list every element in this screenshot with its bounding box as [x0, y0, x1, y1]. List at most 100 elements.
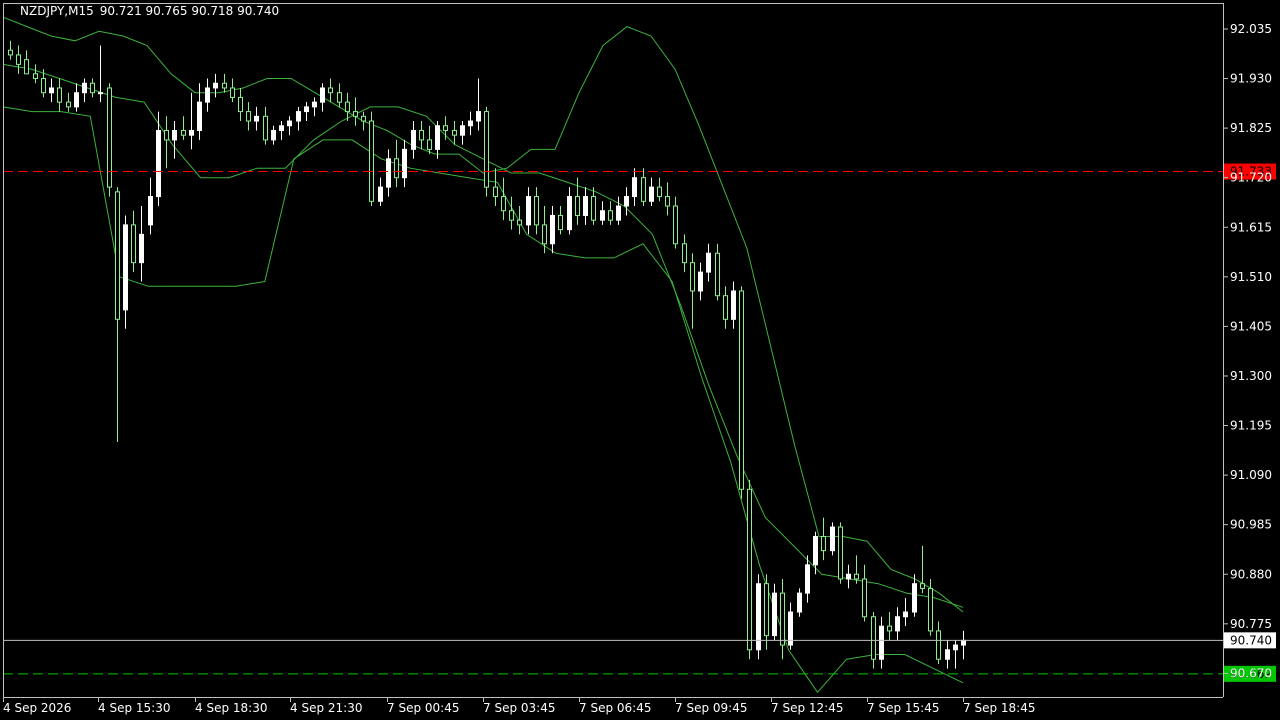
candle-body[interactable]	[41, 78, 46, 94]
candle-body[interactable]	[468, 120, 473, 127]
candle-body[interactable]	[164, 129, 169, 141]
candle-body[interactable]	[509, 210, 514, 221]
candle-body[interactable]	[780, 592, 785, 646]
candle-body[interactable]	[287, 120, 292, 127]
candle-body[interactable]	[419, 129, 424, 141]
candle-body[interactable]	[624, 196, 629, 207]
candle-body[interactable]	[715, 252, 720, 297]
candle-body[interactable]	[271, 129, 276, 141]
candle-body[interactable]	[632, 177, 637, 198]
candle-body[interactable]	[706, 252, 711, 273]
candle-body[interactable]	[665, 196, 670, 207]
candle-body[interactable]	[123, 224, 128, 311]
candle-body[interactable]	[378, 186, 383, 202]
candle-body[interactable]	[698, 271, 703, 292]
candle-body[interactable]	[945, 649, 950, 660]
candle-body[interactable]	[517, 219, 522, 226]
candle-body[interactable]	[296, 111, 301, 122]
candle-body[interactable]	[353, 111, 358, 117]
candle-body[interactable]	[254, 115, 259, 122]
candle-body[interactable]	[682, 243, 687, 264]
candle-body[interactable]	[854, 573, 859, 580]
candle-body[interactable]	[197, 101, 202, 131]
candle-body[interactable]	[731, 290, 736, 320]
candle-body[interactable]	[82, 82, 87, 94]
candle-body[interactable]	[304, 106, 309, 113]
candle-body[interactable]	[230, 87, 235, 98]
candle-body[interactable]	[903, 611, 908, 618]
candle-body[interactable]	[772, 592, 777, 637]
candle-body[interactable]	[583, 196, 588, 216]
candle-body[interactable]	[813, 535, 818, 566]
candle-body[interactable]	[8, 49, 13, 56]
candle-body[interactable]	[411, 129, 416, 150]
candle-body[interactable]	[74, 92, 79, 108]
candle-body[interactable]	[279, 125, 284, 131]
candle-body[interactable]	[641, 177, 646, 202]
candle-body[interactable]	[846, 573, 851, 580]
candle-body[interactable]	[476, 111, 481, 122]
candle-body[interactable]	[550, 214, 555, 245]
candle-body[interactable]	[246, 111, 251, 122]
candle-body[interactable]	[526, 196, 531, 226]
candle-body[interactable]	[558, 214, 563, 231]
candle-body[interactable]	[156, 129, 161, 198]
candle-body[interactable]	[764, 583, 769, 637]
candle-body[interactable]	[181, 129, 186, 136]
candle-body[interactable]	[115, 191, 120, 320]
candle-body[interactable]	[452, 129, 457, 136]
candle-body[interactable]	[567, 196, 572, 231]
candle-body[interactable]	[90, 82, 95, 94]
candle-body[interactable]	[649, 186, 654, 202]
candle-body[interactable]	[57, 87, 62, 103]
candle-body[interactable]	[312, 101, 317, 108]
candle-body[interactable]	[66, 101, 71, 108]
candle-body[interactable]	[361, 115, 366, 122]
candle-body[interactable]	[797, 592, 802, 613]
candle-body[interactable]	[805, 564, 810, 594]
candle-body[interactable]	[33, 73, 38, 80]
candle-body[interactable]	[402, 148, 407, 179]
candle-body[interactable]	[484, 111, 489, 188]
candle-body[interactable]	[460, 125, 465, 136]
candle-body[interactable]	[369, 120, 374, 202]
candle-body[interactable]	[739, 290, 744, 490]
candle-body[interactable]	[345, 101, 350, 113]
candle-body[interactable]	[879, 625, 884, 660]
candle-body[interactable]	[928, 587, 933, 632]
candle-body[interactable]	[205, 87, 210, 103]
candle-body[interactable]	[49, 87, 54, 94]
candle-body[interactable]	[493, 186, 498, 198]
candle-body[interactable]	[838, 526, 843, 580]
candle-body[interactable]	[172, 129, 177, 141]
candle-body[interactable]	[673, 205, 678, 245]
candle-body[interactable]	[600, 210, 605, 221]
candle-body[interactable]	[16, 54, 21, 65]
candle-body[interactable]	[821, 535, 826, 552]
candle-body[interactable]	[107, 87, 112, 188]
candle-body[interactable]	[895, 616, 900, 632]
candle-body[interactable]	[24, 59, 29, 75]
candle-body[interactable]	[953, 644, 958, 651]
candle-body[interactable]	[575, 196, 580, 216]
candle-body[interactable]	[657, 186, 662, 198]
candle-body[interactable]	[871, 616, 876, 660]
candle-body[interactable]	[887, 625, 892, 632]
candle-body[interactable]	[534, 196, 539, 226]
candle-body[interactable]	[222, 82, 227, 89]
candle-body[interactable]	[263, 115, 268, 141]
candle-body[interactable]	[427, 139, 432, 150]
price-chart[interactable]: 91.73390.66990.740 92.03591.93091.82591.…	[0, 0, 1280, 720]
candle-body[interactable]	[936, 630, 941, 660]
candle-body[interactable]	[337, 92, 342, 103]
candle-body[interactable]	[98, 92, 103, 95]
candle-body[interactable]	[131, 224, 136, 264]
candle-body[interactable]	[443, 125, 448, 131]
candle-body[interactable]	[328, 87, 333, 94]
candle-body[interactable]	[830, 526, 835, 552]
candle-body[interactable]	[386, 158, 391, 188]
candle-body[interactable]	[862, 578, 867, 618]
candle-body[interactable]	[961, 639, 966, 646]
candle-body[interactable]	[690, 262, 695, 292]
candle-body[interactable]	[608, 210, 613, 221]
